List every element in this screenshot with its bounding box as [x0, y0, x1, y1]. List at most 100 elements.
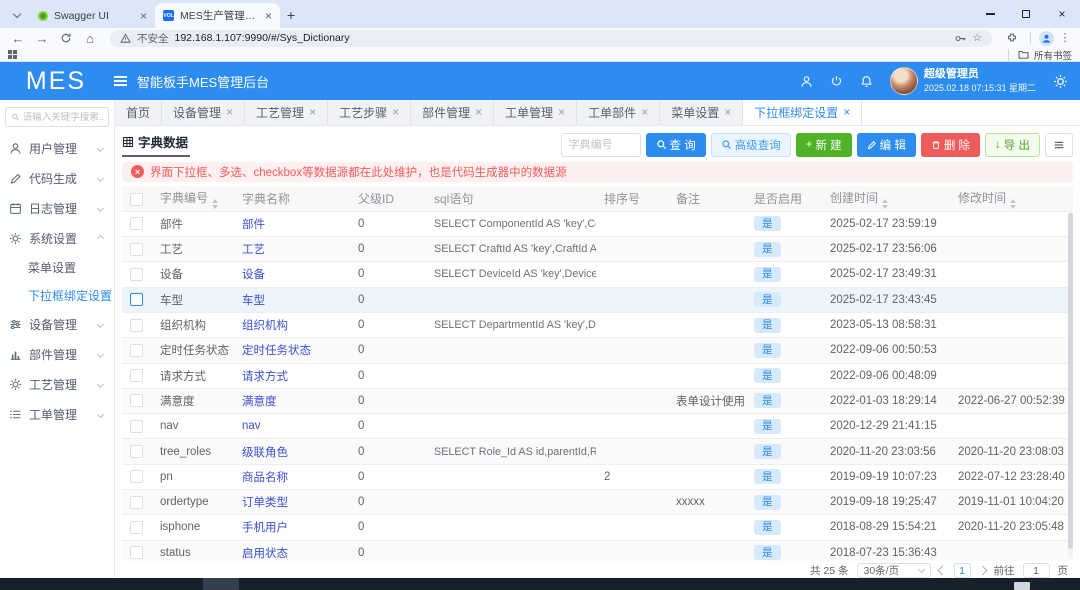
row-checkbox[interactable]: [130, 521, 143, 534]
sidebar-item[interactable]: 工单管理: [0, 399, 114, 429]
sidebar-item[interactable]: 日志管理: [0, 193, 114, 223]
tab-close-icon[interactable]: ×: [226, 105, 233, 119]
row-checkbox[interactable]: [130, 243, 143, 256]
browser-tab-swagger[interactable]: Swagger UI ×: [30, 3, 155, 28]
dict-name-link[interactable]: nav: [242, 420, 261, 432]
close-button[interactable]: ×: [1044, 0, 1080, 28]
user-profile[interactable]: 超级管理员 2025.02.18 07:15:31 星期二: [890, 67, 1036, 95]
sidebar-item[interactable]: 工艺管理: [0, 369, 114, 399]
sidebar-subitem[interactable]: 菜单设置: [0, 253, 114, 281]
dict-name-link[interactable]: 订单类型: [242, 497, 288, 509]
sidebar-item[interactable]: 系统设置: [0, 223, 114, 253]
user-avatar[interactable]: [890, 67, 918, 95]
table-row[interactable]: pn商品名称02是2019-09-19 10:07:232022-07-12 2…: [122, 464, 1073, 489]
table-row[interactable]: isphone手机用户0是2018-08-29 15:54:212020-11-…: [122, 515, 1073, 540]
tab-close-icon[interactable]: ×: [843, 105, 850, 119]
content-tab[interactable]: 下拉框绑定设置×: [743, 100, 862, 125]
select-all-checkbox[interactable]: [130, 193, 143, 206]
back-icon[interactable]: ←: [8, 32, 28, 45]
column-header[interactable]: 修改时间: [950, 186, 1073, 211]
prev-page-icon[interactable]: [937, 566, 947, 576]
table-row[interactable]: 请求方式请求方式0是2022-09-06 00:48:09: [122, 363, 1073, 388]
content-tab[interactable]: 部件管理×: [411, 100, 494, 125]
home-icon[interactable]: ⌂: [80, 32, 100, 45]
table-row[interactable]: 部件部件0SELECT ComponentId AS 'key',Compone…: [122, 211, 1073, 236]
tab-close-icon[interactable]: ×: [558, 105, 565, 119]
dict-name-link[interactable]: 定时任务状态: [242, 345, 311, 357]
dict-name-link[interactable]: 满意度: [242, 396, 277, 408]
edit-button[interactable]: 编 辑: [857, 133, 916, 157]
table-row[interactable]: navnav0是2020-12-29 21:41:15: [122, 414, 1073, 439]
tab-close-icon[interactable]: ×: [475, 105, 482, 119]
table-row[interactable]: tree_roles级联角色0SELECT Role_Id AS id,pare…: [122, 439, 1073, 464]
dict-name-link[interactable]: 工艺: [242, 244, 265, 256]
tab-search-chevron-icon[interactable]: [6, 3, 28, 25]
table-row[interactable]: 车型车型0是2025-02-17 23:43:45: [122, 287, 1073, 312]
row-checkbox[interactable]: [130, 470, 143, 483]
logout-power-icon[interactable]: [830, 75, 843, 88]
sidebar-subitem[interactable]: 下拉框绑定设置: [0, 281, 114, 309]
dict-code-input[interactable]: [561, 133, 641, 157]
tab-close-icon[interactable]: ×: [309, 105, 316, 119]
table-row[interactable]: 设备设备0SELECT DeviceId AS 'key',DeviceId A…: [122, 262, 1073, 287]
current-page[interactable]: 1: [954, 563, 971, 578]
page-size-select[interactable]: 30条/页: [857, 563, 931, 578]
query-button[interactable]: 查 询: [646, 133, 706, 157]
folder-icon[interactable]: [1018, 49, 1029, 60]
dict-name-link[interactable]: 设备: [242, 269, 265, 281]
browser-profile-avatar[interactable]: [1039, 31, 1054, 46]
tab-close-icon[interactable]: ×: [140, 9, 147, 23]
create-button[interactable]: +新 建: [796, 133, 852, 157]
content-tab[interactable]: 工艺步骤×: [328, 100, 411, 125]
table-row[interactable]: 定时任务状态定时任务状态0是2022-09-06 00:50:53: [122, 338, 1073, 363]
column-header[interactable]: 字典编号: [152, 186, 234, 211]
row-checkbox[interactable]: [130, 546, 143, 559]
dict-name-link[interactable]: 组织机构: [242, 320, 288, 332]
sidebar-search-input[interactable]: [23, 112, 103, 123]
settings-gear-icon[interactable]: [1053, 74, 1068, 89]
table-row[interactable]: status启用状态0是2018-07-23 15:36:43: [122, 540, 1073, 561]
dict-name-link[interactable]: 手机用户: [242, 522, 288, 534]
sidebar-item[interactable]: 代码生成: [0, 163, 114, 193]
column-menu-button[interactable]: [1045, 133, 1073, 157]
notifications-bell-icon[interactable]: [860, 75, 873, 88]
address-bar[interactable]: 不安全 192.168.1.107:9990/#/Sys_Dictionary …: [110, 30, 992, 47]
dict-name-link[interactable]: 启用状态: [242, 548, 288, 560]
advanced-query-button[interactable]: 高级查询: [711, 133, 791, 157]
tab-close-icon[interactable]: ×: [641, 105, 648, 119]
goto-page-input[interactable]: [1023, 563, 1050, 578]
sort-icon[interactable]: [882, 199, 888, 209]
apps-grid-icon[interactable]: [8, 50, 17, 59]
minimize-button[interactable]: [972, 0, 1008, 28]
content-tab[interactable]: 菜单设置×: [660, 100, 743, 125]
table-row[interactable]: 工艺工艺0SELECT CraftId AS 'key',CraftId AS …: [122, 237, 1073, 262]
content-tab[interactable]: 首页: [115, 100, 162, 125]
browser-menu-icon[interactable]: ⋮: [1058, 36, 1072, 40]
row-checkbox[interactable]: [130, 420, 143, 433]
dict-name-link[interactable]: 请求方式: [242, 371, 288, 383]
new-tab-button[interactable]: +: [280, 4, 302, 26]
row-checkbox[interactable]: [130, 293, 143, 306]
table-row[interactable]: 满意度满意度0表单设计使用是2022-01-03 18:29:142022-06…: [122, 388, 1073, 413]
all-bookmarks-label[interactable]: 所有书签: [1034, 48, 1072, 62]
maximize-button[interactable]: [1008, 0, 1044, 28]
row-checkbox[interactable]: [130, 369, 143, 382]
user-icon[interactable]: [800, 75, 813, 88]
row-checkbox[interactable]: [130, 217, 143, 230]
content-tab[interactable]: 工艺管理×: [245, 100, 328, 125]
table-row[interactable]: ordertype订单类型0xxxxx是2019-09-18 19:25:472…: [122, 490, 1073, 515]
extensions-icon[interactable]: [1002, 32, 1022, 44]
sort-icon[interactable]: [212, 199, 218, 209]
reload-icon[interactable]: [56, 32, 76, 44]
scrollbar-thumb[interactable]: [1068, 213, 1073, 548]
content-tab[interactable]: 工单部件×: [577, 100, 660, 125]
row-checkbox[interactable]: [130, 344, 143, 357]
delete-button[interactable]: 删 除: [921, 133, 980, 157]
content-tab[interactable]: 设备管理×: [162, 100, 245, 125]
tab-close-icon[interactable]: ×: [392, 105, 399, 119]
tab-close-icon[interactable]: ×: [724, 105, 731, 119]
table-row[interactable]: 组织机构组织机构0SELECT DepartmentId AS 'key',De…: [122, 312, 1073, 337]
dict-name-link[interactable]: 车型: [242, 295, 265, 307]
dict-name-link[interactable]: 级联角色: [242, 447, 288, 459]
browser-tab-mes[interactable]: VOL MES生产管理系统 ×: [155, 3, 280, 28]
